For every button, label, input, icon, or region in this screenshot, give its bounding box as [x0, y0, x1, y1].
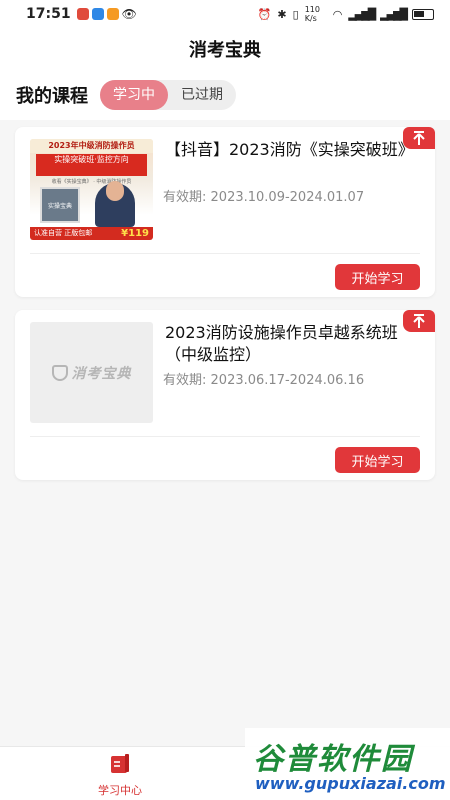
divider	[30, 253, 420, 254]
tab-expired[interactable]: 已过期	[168, 80, 236, 110]
video-notification-icon	[106, 8, 119, 20]
validity-range: 2023.10.09-2024.01.07	[210, 190, 365, 205]
course-thumbnail: 2023年中级消防操作员 实操突破班·监控方向 收看《实操宝典》 · 中级消防操…	[30, 139, 153, 240]
start-learning-button[interactable]: 开始学习	[335, 264, 420, 290]
logo-shield-icon	[51, 364, 68, 381]
start-learning-button[interactable]: 开始学习	[335, 447, 420, 473]
instructor-face	[106, 181, 124, 201]
validity-label: 有效期:	[163, 190, 207, 205]
watermark: 谷普软件园 www.gupuxiazai.com	[245, 728, 450, 800]
section-title: 我的课程	[16, 86, 88, 107]
divider	[30, 436, 420, 437]
thumbnail-subline: 收看《实操宝典》 · 中级消防操作员	[51, 179, 132, 185]
app-header: 消考宝典	[0, 28, 450, 70]
nav-label: 学习中心	[98, 784, 142, 797]
alarm-icon: ⏰	[257, 7, 272, 21]
book-icon	[111, 754, 129, 773]
book-title: 实操宝典	[47, 203, 72, 210]
thumbnail-top-text: 2023年中级消防操作员	[30, 139, 153, 153]
network-speed: 110 K/s	[304, 5, 320, 23]
thumbnail-headline: 实操突破班·监控方向	[36, 154, 147, 176]
page-title: 消考宝典	[189, 40, 261, 61]
watermark-url: www.gupuxiazai.com	[255, 774, 446, 793]
status-time: 17:51	[26, 6, 71, 22]
vibrate-icon: ▯	[292, 7, 299, 21]
course-card[interactable]: 消考宝典 2023消防设施操作员卓越系统班（中级监控） 有效期: 2023.06…	[15, 310, 435, 480]
bluetooth-icon: ✱	[277, 7, 287, 21]
course-validity: 有效期: 2023.10.09-2024.01.07	[163, 186, 364, 205]
segmented-control: 学习中 已过期	[100, 80, 236, 110]
course-title: 2023消防设施操作员卓越系统班（中级监控）	[165, 323, 398, 364]
validity-range: 2023.06.17-2024.06.16	[210, 373, 365, 388]
signal2-icon: ▂▄▆█	[380, 7, 408, 21]
book-image: 实操宝典	[40, 187, 80, 223]
wifi-icon: ◠	[332, 7, 343, 21]
eye-icon: 👁	[121, 7, 137, 21]
thumbnail-price: ¥119	[121, 228, 149, 239]
status-icons: ⏰ ✱ ▯ 110 K/s ◠ ▂▄▆█ ▂▄▆█	[258, 5, 434, 23]
course-validity: 有效期: 2023.06.17-2024.06.16	[163, 369, 364, 388]
course-tabs-row: 我的课程 学习中 已过期	[0, 70, 450, 120]
course-card[interactable]: 2023年中级消防操作员 实操突破班·监控方向 收看《实操宝典》 · 中级消防操…	[15, 127, 435, 297]
cloud-notification-icon	[91, 8, 104, 20]
course-title: 【抖音】2023消防《实操突破班》	[165, 140, 414, 159]
tab-studying[interactable]: 学习中	[100, 80, 168, 110]
signal-icon: ▂▄▆█	[348, 7, 376, 21]
validity-label: 有效期:	[163, 373, 207, 388]
battery-icon	[412, 8, 434, 20]
nav-item-study-center[interactable]: 学习中心	[85, 753, 155, 798]
course-thumbnail: 消考宝典	[30, 322, 153, 423]
app-notification-icon	[76, 8, 89, 20]
status-bar: 17:51 👁 ⏰ ✱ ▯ 110 K/s ◠ ▂▄▆█ ▂▄▆█	[0, 0, 450, 28]
placeholder-logo: 消考宝典	[71, 365, 132, 382]
watermark-text: 谷普软件园	[253, 742, 413, 777]
